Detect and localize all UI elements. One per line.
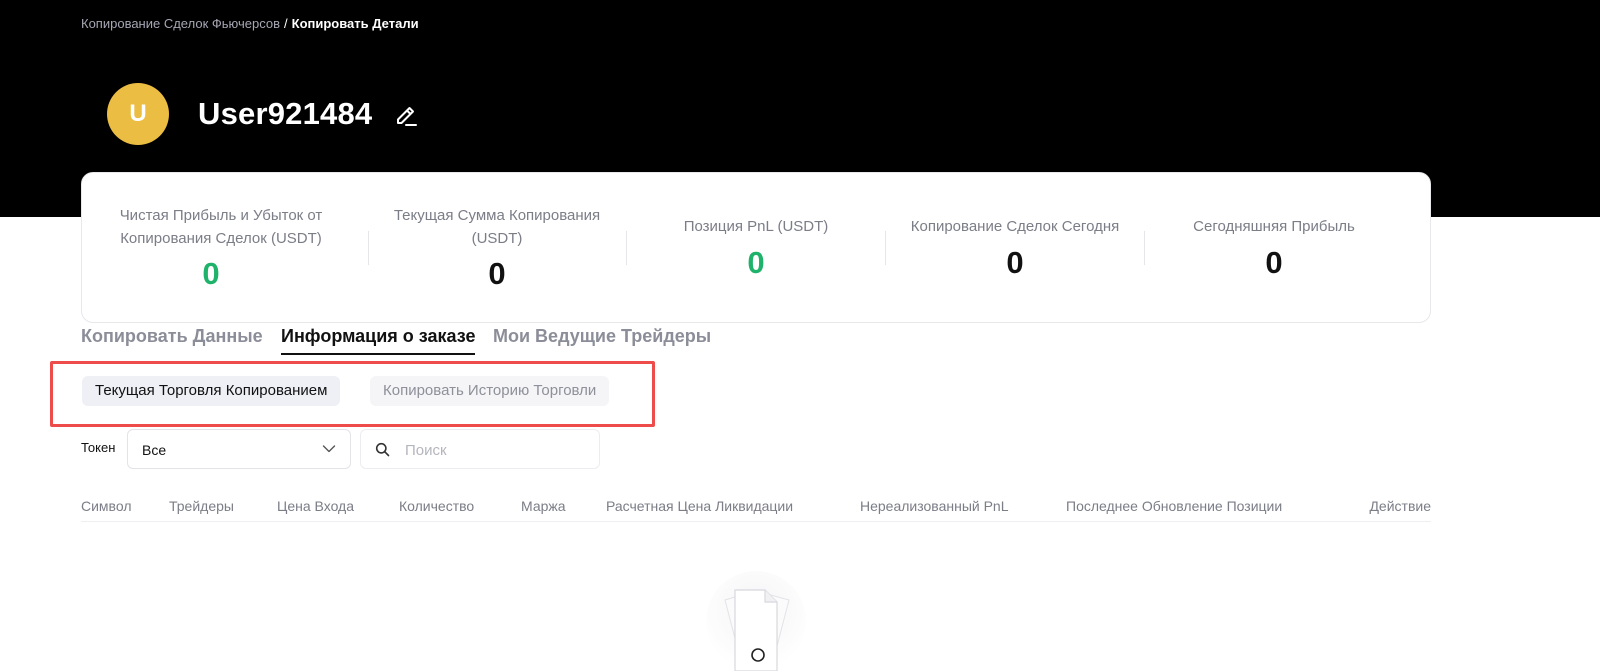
stat-current-copy-amount: Текущая Сумма Копирования (USDT) 0 — [368, 173, 626, 324]
column-header-symbol: Символ — [81, 498, 132, 514]
breadcrumb: Копирование Сделок Фьючерсов / Копировать … — [81, 16, 419, 31]
pencil-edit-icon[interactable] — [392, 102, 420, 130]
column-header-action: Действие — [1369, 498, 1431, 514]
breadcrumb-current: Копировать Детали — [291, 16, 419, 31]
stat-value: 0 — [488, 256, 506, 291]
stat-label: Текущая Сумма Копирования (USDT) — [393, 207, 601, 247]
column-header-est-liquidation-price: Расчетная Цена Ликвидации — [606, 498, 794, 514]
search-box — [360, 429, 600, 469]
column-header-quantity: Количество — [399, 498, 475, 514]
stats-card: Чистая Прибыль и Убыток от Копирования С… — [81, 172, 1431, 323]
column-header-last-position-update: Последнее Обновление Позиции — [1066, 498, 1283, 514]
empty-state-document-icon — [706, 571, 806, 671]
chevron-down-icon — [322, 445, 336, 453]
token-select-value: Все — [142, 442, 167, 458]
stat-value: 0 — [1265, 245, 1283, 280]
tab-copy-data[interactable]: Копировать Данные — [81, 326, 263, 347]
breadcrumb-parent-link[interactable]: Копирование Сделок Фьючерсов — [81, 16, 280, 31]
stat-net-pnl: Чистая Прибыль и Убыток от Копирования С… — [82, 173, 340, 324]
positions-table-header: Символ Трейдеры Цена Входа Количество Ма… — [81, 494, 1431, 522]
subtab-copy-trade-history[interactable]: Копировать Историю Торговли — [370, 376, 610, 406]
breadcrumb-separator: / — [284, 16, 288, 31]
stat-label: Сегодняшняя Прибыль — [1193, 218, 1355, 235]
avatar: U — [107, 83, 169, 145]
stat-value: 0 — [1006, 245, 1024, 280]
stat-position-pnl: Позиция PnL (USDT) 0 — [626, 173, 886, 324]
column-header-margin: Маржа — [521, 498, 566, 514]
stat-value: 0 — [202, 256, 220, 291]
column-header-traders: Трейдеры — [169, 498, 234, 514]
tab-order-info[interactable]: Информация о заказе — [281, 326, 476, 355]
stat-value: 0 — [747, 245, 765, 280]
stat-label: Чистая Прибыль и Убыток от Копирования С… — [119, 207, 323, 247]
tab-my-lead-traders[interactable]: Мои Ведущие Трейдеры — [493, 326, 711, 347]
subtab-current-copy-trading[interactable]: Текущая Торговля Копированием — [82, 376, 341, 406]
stat-today-profit: Сегодняшняя Прибыль 0 — [1144, 173, 1404, 324]
token-select[interactable]: Все — [127, 429, 351, 469]
column-header-unrealized-pnl: Нереализованный PnL — [860, 498, 1009, 514]
stat-label: Копирование Сделок Сегодня — [910, 218, 1120, 235]
token-filter-label: Токен — [81, 440, 116, 455]
username: User921484 — [198, 96, 373, 131]
stat-copy-trades-today: Копирование Сделок Сегодня 0 — [885, 173, 1145, 324]
stat-label: Позиция PnL (USDT) — [683, 218, 829, 235]
search-input[interactable] — [405, 438, 585, 462]
search-icon — [375, 442, 390, 457]
column-header-entry-price: Цена Входа — [277, 498, 355, 514]
